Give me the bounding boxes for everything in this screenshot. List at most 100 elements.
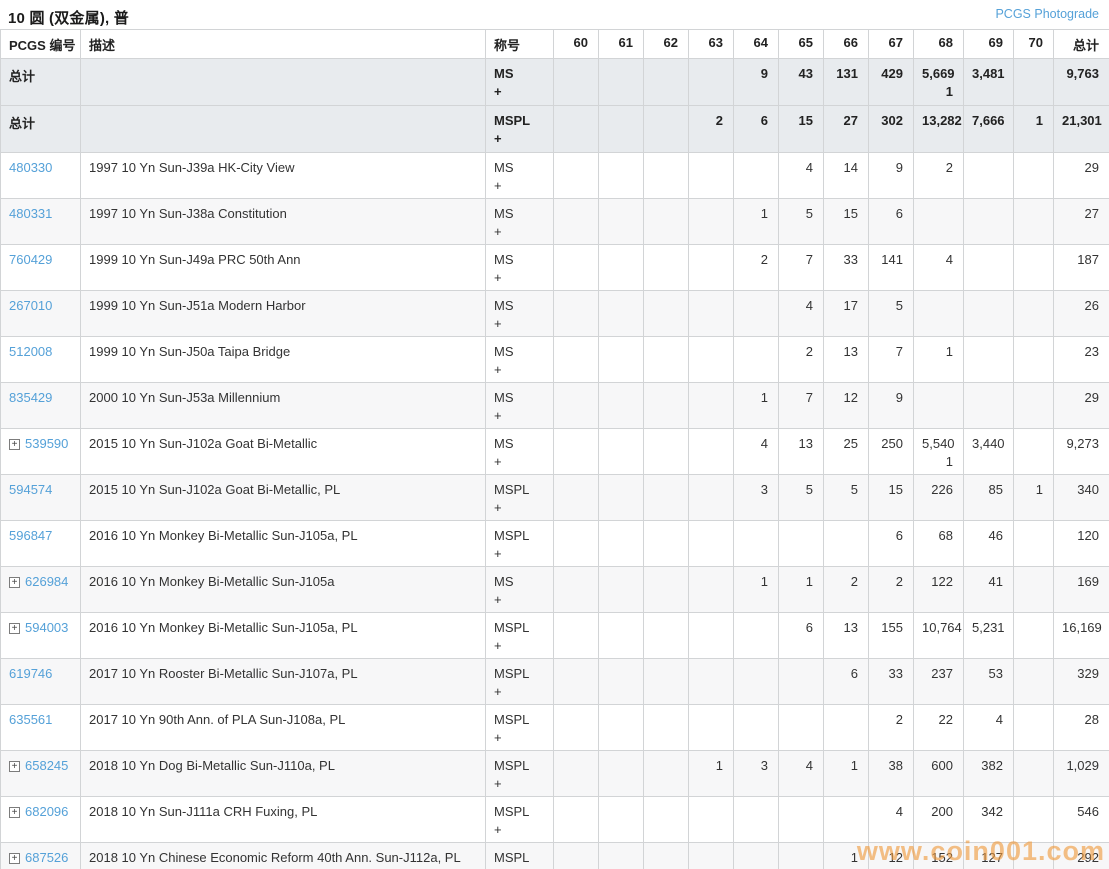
expand-icon[interactable]: + xyxy=(9,761,20,772)
grade-67-cell: 250 xyxy=(868,428,914,475)
expand-icon[interactable]: + xyxy=(9,853,20,864)
pcgs-number-link[interactable]: 480330 xyxy=(9,160,52,175)
grade-63-cell xyxy=(688,658,734,705)
grade-67-cell: 155 xyxy=(868,612,914,659)
grade-62-cell xyxy=(643,612,689,659)
grade-60-cell xyxy=(553,244,599,291)
description-cell: 2018 10 Yn Sun-J111a CRH Fuxing, PL xyxy=(80,796,486,843)
grade-62-cell xyxy=(643,658,689,705)
pcgs-number-link[interactable]: 687526 xyxy=(25,850,68,865)
table-row: 594574 2015 10 Yn Sun-J102a Goat Bi-Metal… xyxy=(0,474,1109,521)
pcgs-number-link[interactable]: 596847 xyxy=(9,528,52,543)
grade-69-cell: 7,666 xyxy=(963,105,1014,153)
pcgs-number-link[interactable]: 619746 xyxy=(9,666,52,681)
grade-70-cell xyxy=(1013,198,1054,245)
description-cell: 2000 10 Yn Sun-J53a Millennium xyxy=(80,382,486,429)
description-cell: 2018 10 Yn Dog Bi-Metallic Sun-J110a, PL xyxy=(80,750,486,797)
grade-66-cell: 14 xyxy=(823,152,869,199)
expand-icon[interactable]: + xyxy=(9,577,20,588)
designation-cell: MSPL+ xyxy=(485,842,554,869)
grade-64-cell xyxy=(733,290,779,337)
photograde-link[interactable]: PCGS Photograde xyxy=(995,7,1103,21)
grade-60-cell xyxy=(553,428,599,475)
grade-value: 27 xyxy=(843,113,858,128)
pcgs-number-link[interactable]: 626984 xyxy=(25,574,68,589)
plus-designation: + xyxy=(494,408,502,423)
pcgs-number-link[interactable]: 594003 xyxy=(25,620,68,635)
designation-cell: MSPL+ xyxy=(485,105,554,153)
grade-value: 237 xyxy=(931,666,953,681)
grade-66-cell: 13 xyxy=(823,612,869,659)
grade-66-cell: 2 xyxy=(823,566,869,613)
grade-60-cell xyxy=(553,704,599,751)
pcgs-number-link[interactable]: 835429 xyxy=(9,390,52,405)
pcgs-number-link[interactable]: 658245 xyxy=(25,758,68,773)
totals-label-cell: 总计 xyxy=(0,105,81,153)
grade-68-cell: 22 xyxy=(913,704,964,751)
grade-value: 600 xyxy=(931,758,953,773)
grade-62-cell xyxy=(643,152,689,199)
grade-65-cell: 5 xyxy=(778,198,824,245)
grade-62-cell xyxy=(643,58,689,106)
col-header-grade-68: 68 xyxy=(913,29,964,59)
grade-61-cell xyxy=(598,750,644,797)
grade-70-cell xyxy=(1013,244,1054,291)
pcgs-number-cell: 594574 xyxy=(0,474,81,521)
grade-67-cell: 38 xyxy=(868,750,914,797)
grade-value: 22 xyxy=(938,712,953,727)
description-cell: 2016 10 Yn Monkey Bi-Metallic Sun-J105a,… xyxy=(80,520,486,567)
expand-icon[interactable]: + xyxy=(9,623,20,634)
grade-value: 1 xyxy=(760,574,768,589)
grade-65-cell: 6 xyxy=(778,612,824,659)
description-cell: 1999 10 Yn Sun-J51a Modern Harbor xyxy=(80,290,486,337)
grade-value: 6 xyxy=(760,113,768,128)
grade-62-cell xyxy=(643,336,689,383)
grade-67-cell: 33 xyxy=(868,658,914,705)
grade-70-cell xyxy=(1013,796,1054,843)
grade-61-cell xyxy=(598,474,644,521)
grade-value: 6 xyxy=(895,206,903,221)
grade-value: 4 xyxy=(805,298,813,313)
population-table: PCGS 编号 描述 称号 60 61 62 63 64 65 66 67 68 69 70 总计 总… xyxy=(0,29,1109,869)
grade-68-cell: 1 xyxy=(913,336,964,383)
pcgs-number-link[interactable]: 594574 xyxy=(9,482,52,497)
grade-value: 131 xyxy=(836,66,858,81)
total-cell: 16,169 xyxy=(1053,612,1109,659)
grade-63-cell xyxy=(688,842,734,869)
description-cell: 1997 10 Yn Sun-J39a HK-City View xyxy=(80,152,486,199)
col-header-grade-70: 70 xyxy=(1013,29,1054,59)
table-row: 267010 1999 10 Yn Sun-J51a Modern Harbor M… xyxy=(0,290,1109,337)
total-cell: 23 xyxy=(1053,336,1109,383)
pcgs-number-cell: 835429 xyxy=(0,382,81,429)
pcgs-number-link[interactable]: 512008 xyxy=(9,344,52,359)
pcgs-number-link[interactable]: 682096 xyxy=(25,804,68,819)
pcgs-number-cell: 619746 xyxy=(0,658,81,705)
designation-value: MSPL xyxy=(494,850,530,865)
grade-value: 7 xyxy=(805,390,813,405)
grade-value: 5 xyxy=(805,482,813,497)
grade-value: 38 xyxy=(888,758,903,773)
grade-value: 1 xyxy=(945,344,953,359)
pcgs-number-cell: +658245 xyxy=(0,750,81,797)
pcgs-number-link[interactable]: 267010 xyxy=(9,298,52,313)
col-header-grade-60: 60 xyxy=(553,29,599,59)
pcgs-number-link[interactable]: 480331 xyxy=(9,206,52,221)
grade-value: 15 xyxy=(798,113,813,128)
grade-64-cell: 6 xyxy=(733,105,779,153)
expand-icon[interactable]: + xyxy=(9,807,20,818)
designation-cell: MSPL+ xyxy=(485,796,554,843)
grade-62-cell xyxy=(643,290,689,337)
grade-68-cell: 68 xyxy=(913,520,964,567)
expand-icon[interactable]: + xyxy=(9,439,20,450)
grade-value: 141 xyxy=(881,252,903,267)
pcgs-number-link[interactable]: 539590 xyxy=(25,436,68,451)
grade-70-cell xyxy=(1013,566,1054,613)
grade-66-cell: 33 xyxy=(823,244,869,291)
grade-68-cell xyxy=(913,382,964,429)
grade-value: 429 xyxy=(881,66,903,81)
table-row: +626984 2016 10 Yn Monkey Bi-Metallic Sun… xyxy=(0,566,1109,613)
grade-60-cell xyxy=(553,105,599,153)
pcgs-number-link[interactable]: 635561 xyxy=(9,712,52,727)
designation-value: MS xyxy=(494,344,514,359)
pcgs-number-link[interactable]: 760429 xyxy=(9,252,52,267)
